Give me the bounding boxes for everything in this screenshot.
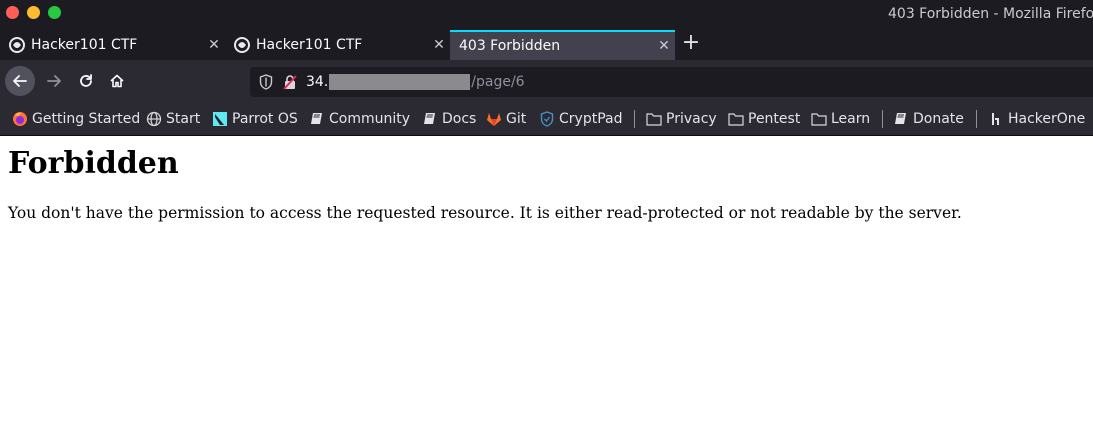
bookmark-separator <box>976 110 977 128</box>
tab-label: Hacker101 CTF <box>256 37 363 53</box>
insecure-lock-icon[interactable] <box>282 74 298 90</box>
bookmark-parrot-os[interactable]: Parrot OS <box>212 109 298 129</box>
tab-hacker101-2[interactable]: Hacker101 CTF ✕ <box>225 30 450 60</box>
tab-403-forbidden[interactable]: 403 Forbidden ✕ <box>450 30 675 60</box>
bookmark-label: Pentest <box>748 111 801 127</box>
cryptpad-icon <box>539 111 555 127</box>
window-maximize-button[interactable] <box>48 6 61 19</box>
folder-icon <box>728 111 744 127</box>
window-close-button[interactable] <box>6 6 19 19</box>
bookmark-folder-learn[interactable]: Learn <box>811 109 870 129</box>
error-message: You don't have the permission to access … <box>8 204 962 222</box>
bookmark-git[interactable]: Git <box>486 109 526 129</box>
bookmark-label: Donate <box>913 111 964 127</box>
bookmark-label: Docs <box>442 111 477 127</box>
url-path: /page/6 <box>471 74 525 90</box>
hackerone-icon <box>988 111 1004 127</box>
bookmark-docs[interactable]: Docs <box>422 109 476 129</box>
bookmark-community[interactable]: Community <box>309 109 410 129</box>
reload-button[interactable] <box>71 66 101 96</box>
bookmark-start[interactable]: Start <box>146 109 200 129</box>
book-icon <box>422 111 438 127</box>
close-icon[interactable]: ✕ <box>203 37 225 53</box>
book-icon <box>893 111 909 127</box>
bookmark-label: Start <box>166 111 201 127</box>
home-button[interactable] <box>102 66 132 96</box>
bookmark-donate[interactable]: Donate <box>893 109 964 129</box>
bookmark-cryptpad[interactable]: CryptPad <box>539 109 622 129</box>
url-text[interactable]: 34. /page/6 <box>306 74 525 90</box>
shield-icon[interactable] <box>258 74 274 90</box>
bookmark-separator <box>882 110 883 128</box>
back-button[interactable] <box>5 66 35 96</box>
arrow-right-icon <box>47 75 61 87</box>
bookmark-folder-privacy[interactable]: Privacy <box>646 109 717 129</box>
tab-label: Hacker101 CTF <box>31 37 138 53</box>
url-bar[interactable]: 34. /page/6 <box>250 67 1093 97</box>
redacted-host <box>329 74 471 90</box>
folder-icon <box>811 111 827 127</box>
bookmark-separator <box>634 110 635 128</box>
title-bar: 403 Forbidden - Mozilla Firefox <box>0 0 1093 30</box>
bookmarks-toolbar: Getting Started Start Parrot OS Communit… <box>0 102 1093 136</box>
bookmark-label: HackerOne <box>1008 111 1086 127</box>
hacker101-icon <box>9 37 25 53</box>
bookmark-label: Parrot OS <box>232 111 298 127</box>
bookmark-label: Privacy <box>666 111 717 127</box>
bookmark-label: CryptPad <box>559 111 623 127</box>
close-icon[interactable]: ✕ <box>428 37 450 53</box>
close-icon[interactable]: ✕ <box>653 38 675 54</box>
page-content: Forbidden You don't have the permission … <box>0 137 1093 430</box>
tab-label: 403 Forbidden <box>459 38 561 54</box>
bookmark-hackerone[interactable]: HackerOne <box>988 109 1085 129</box>
window-minimize-button[interactable] <box>27 6 40 19</box>
folder-icon <box>646 111 662 127</box>
bookmark-label: Git <box>506 111 527 127</box>
bookmark-folder-pentest[interactable]: Pentest <box>728 109 800 129</box>
page-heading: Forbidden <box>8 146 179 181</box>
bookmark-label: Getting Started <box>32 111 141 127</box>
gitlab-icon <box>486 111 502 127</box>
parrot-icon <box>212 111 228 127</box>
new-tab-button[interactable]: + <box>680 32 702 56</box>
bookmark-label: Community <box>329 111 411 127</box>
hacker101-icon <box>234 37 250 53</box>
reload-icon <box>80 74 92 87</box>
url-host-prefix: 34. <box>306 74 329 90</box>
bookmark-label: Learn <box>831 111 871 127</box>
forward-button[interactable] <box>39 66 69 96</box>
arrow-left-icon <box>13 75 27 87</box>
book-icon <box>309 111 325 127</box>
globe-icon <box>146 111 162 127</box>
window-title: 403 Forbidden - Mozilla Firefox <box>888 6 1093 22</box>
tab-hacker101-1[interactable]: Hacker101 CTF ✕ <box>0 30 225 60</box>
bookmark-getting-started[interactable]: Getting Started <box>12 109 140 129</box>
firefox-icon <box>12 111 28 127</box>
tab-strip: Hacker101 CTF ✕ Hacker101 CTF ✕ 403 Forb… <box>0 30 1093 60</box>
home-icon <box>110 74 124 88</box>
